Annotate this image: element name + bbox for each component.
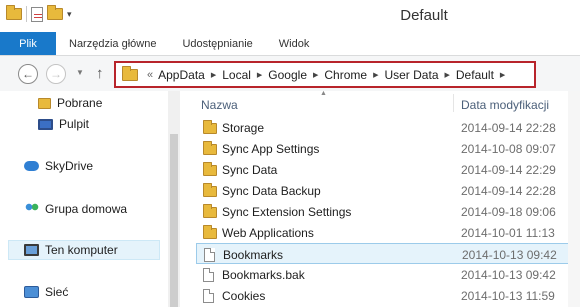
nav-item-label: Pulpit (59, 117, 90, 131)
nav-item-homegroup[interactable]: Grupa domowa (24, 202, 127, 216)
file-icon (204, 248, 215, 262)
file-date: 2014-10-01 11:13 (461, 226, 555, 240)
column-header-name[interactable]: Nazwa (201, 98, 238, 112)
file-name: Bookmarks.bak (222, 268, 305, 282)
chevron-right-icon[interactable]: ▶ (313, 71, 318, 79)
file-date: 2014-10-13 09:42 (462, 248, 557, 262)
breadcrumb-default[interactable]: Default (456, 68, 494, 82)
nav-item-this-pc[interactable]: Ten komputer (24, 243, 118, 257)
pane-splitter[interactable] (180, 91, 196, 307)
computer-icon (24, 244, 39, 256)
breadcrumb-local[interactable]: Local (222, 68, 251, 82)
recent-locations-dropdown[interactable]: ▼ (76, 68, 84, 77)
file-date: 2014-10-08 09:07 (461, 142, 556, 156)
column-divider[interactable] (453, 94, 454, 112)
file-row[interactable]: Storage 2014-09-14 22:28 (196, 117, 580, 138)
ribbon-tabs: Plik Narzędzia główne Udostępnianie Wido… (0, 32, 580, 56)
tab-view[interactable]: Widok (266, 32, 323, 55)
file-name: Sync Data (222, 163, 278, 177)
file-row[interactable]: Web Applications 2014-10-01 11:13 (196, 222, 580, 243)
nav-item-label: Grupa domowa (45, 202, 128, 216)
skydrive-cloud-icon (24, 161, 39, 171)
address-bar[interactable]: « AppData ▶ Local ▶ Google ▶ Chrome ▶ Us… (114, 61, 536, 88)
breadcrumb-chrome[interactable]: Chrome (324, 68, 367, 82)
file-name: Bookmarks (223, 248, 284, 262)
navigation-pane: Pobrane Pulpit SkyDrive Grupa domowa Ten… (0, 91, 168, 307)
folder-icon (203, 162, 217, 176)
back-button[interactable]: ← (18, 64, 38, 84)
homegroup-icon (24, 203, 39, 215)
forward-button[interactable]: → (46, 64, 66, 84)
file-date: 2014-09-14 22:28 (461, 121, 556, 135)
file-date: 2014-10-13 09:42 (461, 268, 556, 282)
file-row[interactable]: Cookies 2014-10-13 11:59 (196, 285, 580, 306)
nav-item-desktop[interactable]: Pulpit (38, 117, 89, 131)
nav-item-downloads[interactable]: Pobrane (38, 96, 102, 110)
breadcrumb-appdata[interactable]: AppData (158, 68, 205, 82)
file-row[interactable]: Sync Data Backup 2014-09-14 22:28 (196, 180, 580, 201)
tab-file[interactable]: Plik (0, 32, 56, 55)
chevron-right-icon[interactable]: ▶ (445, 71, 450, 79)
file-name: Sync Data Backup (222, 184, 321, 198)
nav-item-label: Ten komputer (45, 243, 118, 257)
file-name: Storage (222, 121, 265, 135)
folder-icon (203, 204, 217, 218)
chevron-right-icon[interactable]: ▶ (500, 71, 505, 79)
download-folder-icon (38, 97, 51, 109)
chevron-right-icon[interactable]: ▶ (257, 71, 262, 79)
folder-icon (203, 141, 217, 155)
desktop-icon (38, 118, 53, 130)
file-list-scrollbar[interactable] (568, 91, 580, 307)
file-name: Web Applications (222, 226, 314, 240)
nav-item-network[interactable]: Sieć (24, 285, 68, 299)
forward-arrow-icon: → (50, 67, 62, 81)
breadcrumb-google[interactable]: Google (268, 68, 307, 82)
tab-home[interactable]: Narzędzia główne (56, 32, 169, 55)
back-arrow-icon: ← (22, 67, 34, 81)
tab-share[interactable]: Udostępnianie (169, 32, 265, 55)
column-header-date[interactable]: Data modyfikacji (461, 98, 549, 112)
file-date: 2014-09-18 09:06 (461, 205, 556, 219)
window-title: Default (400, 7, 448, 24)
file-row[interactable]: Sync Data 2014-09-14 22:29 (196, 159, 580, 180)
file-name: Cookies (222, 289, 266, 303)
file-name: Sync App Settings (222, 142, 320, 156)
folder-icon (203, 120, 217, 134)
address-overflow[interactable]: « (147, 69, 153, 81)
file-row[interactable]: Sync Extension Settings 2014-09-18 09:06 (196, 201, 580, 222)
file-row[interactable]: Bookmarks 2014-10-13 09:42 (196, 243, 580, 264)
file-date: 2014-09-14 22:29 (461, 163, 556, 177)
file-date: 2014-10-13 11:59 (461, 289, 555, 303)
file-icon (203, 268, 214, 282)
folder-icon (203, 225, 217, 239)
sort-ascending-icon: ▲ (320, 90, 327, 97)
file-row[interactable]: Sync App Settings 2014-10-08 09:07 (196, 138, 580, 159)
scrollbar-thumb[interactable] (170, 134, 178, 307)
address-folder-icon (122, 65, 138, 81)
chevron-right-icon[interactable]: ▶ (373, 71, 378, 79)
file-row[interactable]: Bookmarks.bak 2014-10-13 09:42 (196, 264, 580, 285)
file-icon (203, 289, 214, 303)
nav-item-label: Pobrane (57, 96, 103, 110)
column-headers: ▲ Nazwa Data modyfikacji (196, 90, 580, 115)
up-button[interactable]: ↑ (96, 65, 104, 82)
breadcrumb-user-data[interactable]: User Data (384, 68, 438, 82)
nav-item-label: Sieć (45, 285, 69, 299)
file-name: Sync Extension Settings (222, 205, 352, 219)
navigation-scrollbar[interactable] (168, 91, 180, 307)
title-bar: ▾ Default (0, 0, 580, 32)
nav-item-skydrive[interactable]: SkyDrive (24, 159, 93, 173)
network-icon (24, 286, 39, 298)
nav-item-label: SkyDrive (45, 159, 94, 173)
folder-icon (203, 183, 217, 197)
file-list: ▲ Nazwa Data modyfikacji Storage 2014-09-… (196, 90, 580, 307)
chevron-right-icon[interactable]: ▶ (211, 71, 216, 79)
file-date: 2014-09-14 22:28 (461, 184, 556, 198)
